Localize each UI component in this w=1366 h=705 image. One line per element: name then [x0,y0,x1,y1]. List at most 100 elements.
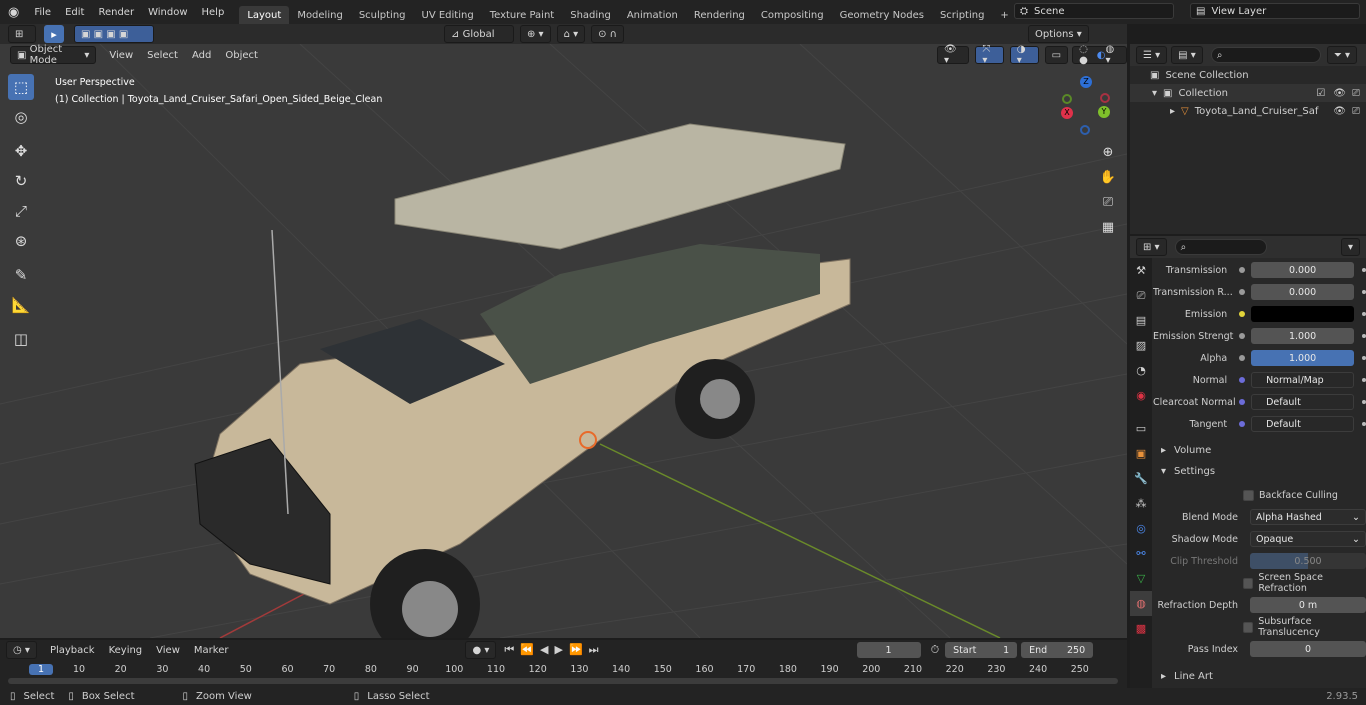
gizmo-neg-x[interactable] [1100,93,1110,103]
tab-uv-editing[interactable]: UV Editing [414,6,482,24]
menu-render[interactable]: Render [91,0,141,24]
menu-file[interactable]: File [27,0,58,24]
settings-panel-header[interactable]: ▾ Settings [1153,462,1366,480]
select-box-tool-icon[interactable]: ⬚ [8,74,34,100]
timeline-editor-type[interactable]: ◷ ▾ [6,641,37,659]
viewport-scene[interactable] [0,44,1127,638]
properties-options-button[interactable]: ▾ [1340,238,1360,256]
gizmo-y-axis[interactable]: Y [1098,106,1110,118]
view-layer-selector[interactable]: ▤ View Layer [1190,3,1360,19]
backface-culling-checkbox[interactable] [1243,489,1254,501]
keyframe-record-button[interactable]: ● ▾ [465,641,497,659]
prev-key-icon[interactable]: ⏪ [520,643,534,657]
move-tool-icon[interactable]: ✥ [8,138,34,164]
tool-tab-icon[interactable]: ⚒ [1130,258,1152,283]
scene-selector[interactable]: ⛭ Scene [1014,3,1174,19]
play-icon[interactable]: ▶ [554,643,562,657]
collapse-icon[interactable]: ▸ [1170,106,1175,117]
start-frame-field[interactable]: Start 1 [945,642,1018,658]
shading-buttons[interactable]: ◌ ● ◐ ◍ ▾ [1072,44,1127,66]
jump-start-icon[interactable]: ⏮ [504,643,514,657]
cursor-tool-icon[interactable]: ◎ [8,104,34,130]
keyframe-dot-icon[interactable] [1362,312,1366,316]
jump-end-icon[interactable]: ⏭ [589,643,599,657]
backface-culling-row[interactable]: Backface Culling [1153,486,1366,504]
property-value-field[interactable]: 1.000 [1251,350,1355,366]
output-tab-icon[interactable]: ▤ [1130,308,1152,333]
annotate-tool-icon[interactable]: ✎ [8,262,34,288]
tab-layout[interactable]: Layout [239,6,290,24]
display-mode-button[interactable]: ▤ ▾ [1171,46,1203,64]
viewport-menu-select[interactable]: Select [140,43,185,67]
tab-modeling[interactable]: Modeling [289,6,351,24]
timeline-scrollbar[interactable] [8,678,1118,684]
ortho-grid-icon[interactable]: ▦ [1097,216,1119,238]
rotate-tool-icon[interactable]: ↻ [8,168,34,194]
outliner-editor-type[interactable]: ☰ ▾ [1136,46,1168,64]
property-value-field[interactable]: Normal/Map [1251,372,1355,388]
timeline-menu-marker[interactable]: Marker [187,638,236,662]
timeline-menu-keying[interactable]: Keying [102,638,150,662]
object-mode-select[interactable]: ▣ Object Mode ▾ [10,44,97,66]
socket-icon[interactable] [1239,377,1246,383]
pivot-button[interactable]: ⊕ ▾ [520,25,551,43]
texture-tab-icon[interactable]: ▩ [1130,616,1152,641]
visibility-button[interactable]: 👁 ▾ [936,44,970,66]
socket-icon[interactable] [1239,399,1246,405]
outliner-row-scene[interactable]: ▣ Scene Collection [1130,66,1366,84]
outliner-row-collection[interactable]: ▾ ▣ Collection ☑ 👁 ⎚ [1130,84,1366,102]
outliner-row-object[interactable]: ▸ ▽ Toyota_Land_Cruiser_Saf 👁 ⎚ [1130,102,1366,120]
gizmo-z-axis[interactable]: Z [1080,76,1092,88]
gizmo-x-axis[interactable]: X [1061,107,1073,119]
material-tab-icon[interactable]: ◍ [1130,591,1152,616]
navigation-gizmo[interactable]: Z Y X [1060,76,1114,136]
tab-scripting[interactable]: Scripting [932,6,992,24]
exclude-checkbox-icon[interactable]: ☑ [1316,88,1325,99]
current-frame-field[interactable]: 1 [856,642,921,658]
keyframe-dot-icon[interactable] [1362,400,1366,404]
clip-threshold-slider[interactable]: 0.500 [1250,553,1366,569]
viewport-menu-add[interactable]: Add [185,43,218,67]
property-value-field[interactable]: 0.000 [1251,262,1355,278]
property-value-field[interactable]: 1.000 [1251,328,1355,344]
socket-icon[interactable] [1239,311,1246,317]
xray-button[interactable]: ▭ [1044,46,1069,64]
line-art-panel-header[interactable]: ▸ Line Art [1153,667,1366,685]
tab-sculpting[interactable]: Sculpting [351,6,414,24]
socket-icon[interactable] [1239,355,1246,361]
property-value-field[interactable]: Default [1251,416,1355,432]
socket-icon[interactable] [1239,267,1246,273]
property-value-field[interactable]: 0.000 [1251,284,1355,300]
snap-button[interactable]: ⌂ ▾ [556,25,586,43]
next-key-icon[interactable]: ⏩ [569,643,583,657]
options-button[interactable]: Options ▾ [1028,25,1089,43]
render-tab-icon[interactable]: ⎚ [1130,283,1152,308]
modifier-tab-icon[interactable]: 🔧 [1130,466,1152,491]
filter-button[interactable]: ⏷ ▾ [1326,46,1358,64]
pan-hand-icon[interactable]: ✋ [1097,166,1119,188]
measure-tool-icon[interactable]: 📐 [8,292,34,318]
zoom-icon[interactable]: ⊕ [1097,141,1119,163]
render-camera-icon[interactable]: ⎚ [1352,88,1360,99]
properties-search-input[interactable]: ⌕ [1174,239,1267,255]
tab-texture-paint[interactable]: Texture Paint [482,6,563,24]
scale-tool-icon[interactable]: ⤢ [8,198,34,224]
render-camera-icon[interactable]: ⎚ [1352,106,1360,117]
scene-tab-icon[interactable]: ◔ [1130,358,1152,383]
blender-logo-icon[interactable]: ◉ [0,0,27,24]
constraints-tab-icon[interactable]: ⚯ [1130,541,1152,566]
editor-type-button[interactable]: ⊞ [8,25,36,43]
shadow-mode-select[interactable]: Opaque ⌄ [1250,531,1366,547]
camera-icon[interactable]: ⎚ [1097,191,1119,213]
refraction-depth-field[interactable]: 0 m [1250,597,1366,613]
transform-tool-icon[interactable]: ⊛ [8,228,34,254]
object-tab-icon[interactable]: ▣ [1130,441,1152,466]
collection-tab-icon[interactable]: ▭ [1130,416,1152,441]
gizmo-neg-z[interactable] [1080,125,1090,135]
play-reverse-icon[interactable]: ◀ [540,643,548,657]
frame-ruler[interactable]: 1 10 20 30 40 50 60 70 80 90 100 110 120 130 140 150 160… [0,662,1127,678]
socket-icon[interactable] [1239,421,1246,427]
timeline-menu-view[interactable]: View [149,638,187,662]
end-frame-field[interactable]: End 250 [1021,642,1094,658]
socket-icon[interactable] [1239,333,1246,339]
